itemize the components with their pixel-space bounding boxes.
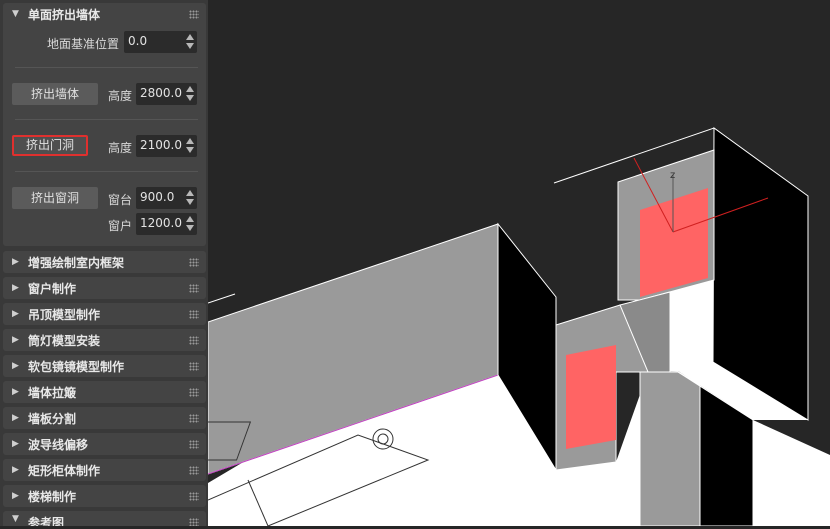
rollout-title[interactable]: 波导线偏移	[28, 436, 88, 453]
collapsed-triangle-icon: ▶	[12, 309, 19, 319]
scene-render[interactable]: z	[187, 0, 830, 527]
3d-viewport[interactable]: z	[187, 0, 830, 527]
rollout-title[interactable]: 参考图	[28, 514, 64, 526]
divider	[15, 171, 198, 172]
sill-height-spinner[interactable]: 900.0	[136, 187, 197, 209]
extrude-door-button[interactable]: 挤出门洞	[12, 135, 88, 156]
rollout-ceiling-model[interactable]: ▶ 吊顶模型制作	[3, 303, 206, 325]
door-height-label: 高度	[108, 141, 133, 155]
front-column	[639, 371, 701, 527]
extrude-wall-rollout: ▼ 单面挤出墙体 地面基准位置 0.0 挤出墙体 高度 2800.0 挤出门洞 …	[3, 3, 206, 246]
extrude-window-button[interactable]: 挤出窗洞	[12, 187, 98, 209]
rollout-title[interactable]: 楼梯制作	[28, 488, 76, 505]
spinner-arrows-icon[interactable]	[186, 85, 194, 103]
wall-height-spinner[interactable]: 2800.0	[136, 83, 197, 105]
collapsed-triangle-icon: ▶	[12, 491, 19, 501]
window-height-label: 窗户	[108, 219, 133, 233]
expand-triangle-icon: ▼	[12, 514, 19, 524]
collapsed-triangle-icon: ▶	[12, 257, 19, 267]
command-panel: ▼ 单面挤出墙体 地面基准位置 0.0 挤出墙体 高度 2800.0 挤出门洞 …	[0, 0, 208, 526]
window-height-spinner[interactable]: 1200.0	[136, 213, 197, 235]
rollout-header[interactable]: ▼ 单面挤出墙体	[3, 3, 206, 25]
collapsed-triangle-icon: ▶	[12, 387, 19, 397]
grip-icon[interactable]	[189, 10, 199, 19]
expand-triangle-icon: ▼	[12, 9, 19, 19]
rollout-wall-groove[interactable]: ▶ 墙体拉簸	[3, 381, 206, 403]
spinner-arrows-icon[interactable]	[186, 189, 194, 207]
ground-level-spinner[interactable]: 0.0	[124, 31, 197, 53]
rollout-title[interactable]: 墙板分割	[28, 410, 76, 427]
rollout-title: 单面挤出墙体	[28, 8, 101, 22]
rollout-soft-panel-mirror[interactable]: ▶ 软包镜镜模型制作	[3, 355, 206, 377]
edge-line	[207, 293, 236, 304]
door-height-value[interactable]: 2100.0	[140, 138, 182, 152]
wall-height-value[interactable]: 2800.0	[140, 86, 182, 100]
grip-icon[interactable]	[189, 518, 199, 526]
spinner-arrows-icon[interactable]	[186, 33, 194, 51]
divider	[15, 119, 198, 120]
ground-level-label: 地面基准位置	[47, 37, 120, 51]
rollout-downlight-install[interactable]: ▶ 筒灯模型安装	[3, 329, 206, 351]
collapsed-triangle-icon: ▶	[12, 439, 19, 449]
rollout-title[interactable]: 窗户制作	[28, 280, 76, 297]
rollout-title[interactable]: 增强绘制室内框架	[28, 254, 124, 271]
grip-icon[interactable]	[189, 362, 199, 371]
extrude-wall-button[interactable]: 挤出墙体	[12, 83, 98, 105]
grip-icon[interactable]	[189, 336, 199, 345]
wall-height-label: 高度	[108, 89, 133, 103]
collapsed-triangle-icon: ▶	[12, 283, 19, 293]
gizmo-z-label: z	[670, 170, 675, 181]
sill-height-label: 窗台	[108, 193, 133, 207]
collapsed-triangle-icon: ▶	[12, 413, 19, 423]
ground-level-value[interactable]: 0.0	[128, 34, 147, 48]
collapsed-triangle-icon: ▶	[12, 335, 19, 345]
rollout-title[interactable]: 软包镜镜模型制作	[28, 358, 124, 375]
rollout-title[interactable]: 矩形柜体制作	[28, 462, 100, 479]
collapsed-triangle-icon: ▶	[12, 361, 19, 371]
spinner-arrows-icon[interactable]	[186, 215, 194, 233]
grip-icon[interactable]	[189, 388, 199, 397]
grip-icon[interactable]	[189, 492, 199, 501]
grip-icon[interactable]	[189, 284, 199, 293]
rollout-reference-image[interactable]: ▼ 参考图	[3, 511, 206, 526]
rollout-stairs[interactable]: ▶ 楼梯制作	[3, 485, 206, 507]
grip-icon[interactable]	[189, 440, 199, 449]
rollout-title[interactable]: 墙体拉簸	[28, 384, 76, 401]
spinner-arrows-icon[interactable]	[186, 137, 194, 155]
door-height-spinner[interactable]: 2100.0	[136, 135, 197, 157]
sill-height-value[interactable]: 900.0	[140, 190, 174, 204]
rollout-title[interactable]: 吊顶模型制作	[28, 306, 100, 323]
rollout-wall-panel-split[interactable]: ▶ 墙板分割	[3, 407, 206, 429]
collapsed-triangle-icon: ▶	[12, 465, 19, 475]
divider	[15, 67, 198, 68]
grip-icon[interactable]	[189, 310, 199, 319]
window-opening	[566, 345, 616, 449]
rollout-rect-cabinet[interactable]: ▶ 矩形柜体制作	[3, 459, 206, 481]
rollout-waveguide-offset[interactable]: ▶ 波导线偏移	[3, 433, 206, 455]
rollout-title[interactable]: 筒灯模型安装	[28, 332, 100, 349]
grip-icon[interactable]	[189, 466, 199, 475]
grip-icon[interactable]	[189, 414, 199, 423]
grip-icon[interactable]	[189, 258, 199, 267]
rollout-enhanced-frame[interactable]: ▶ 增强绘制室内框架	[3, 251, 206, 273]
rollout-window-making[interactable]: ▶ 窗户制作	[3, 277, 206, 299]
window-height-value[interactable]: 1200.0	[140, 216, 182, 230]
